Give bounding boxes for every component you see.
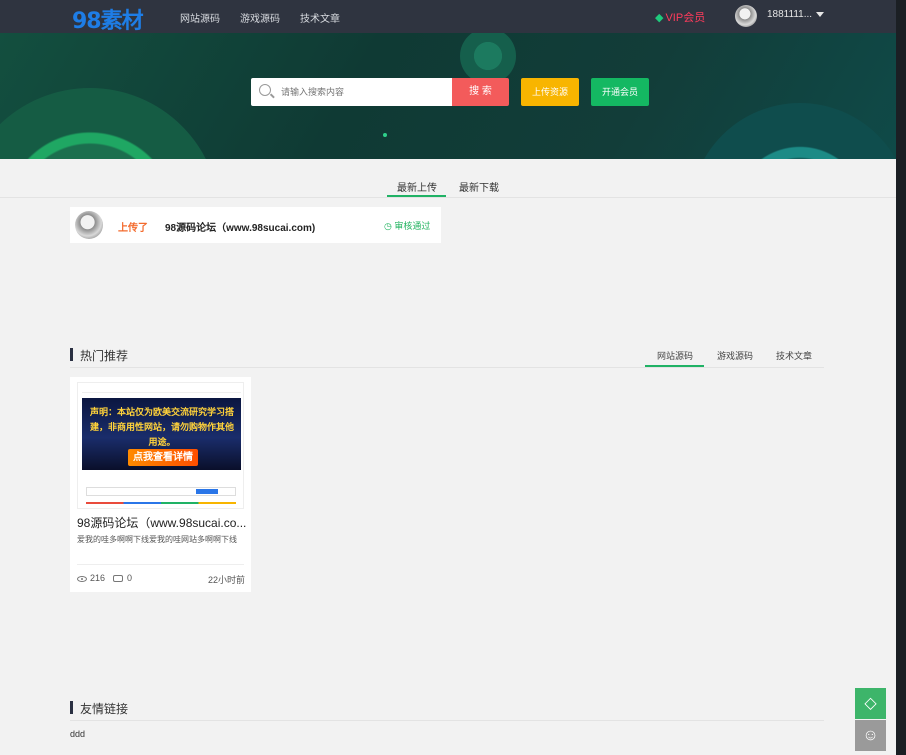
search-input[interactable] (281, 82, 446, 102)
site-logo[interactable]: 98素材 (72, 3, 144, 35)
hot-section-title: 热门推荐 (80, 349, 129, 363)
resource-card[interactable]: 声明：本站仅为欧美交流研究学习搭建，非商用性网站，请勿购物作其他用途。 点我查看… (70, 377, 251, 592)
caret-down-icon (816, 11, 825, 17)
top-navbar: 98素材 网站源码 游戏源码 技术文章 ◆ VIP会员 1881111... (0, 0, 896, 35)
floating-vip-button[interactable]: ◇ (855, 688, 886, 719)
open-vip-button[interactable]: 开通会员 (591, 78, 649, 106)
search-icon (259, 84, 271, 96)
thumb-navbar (82, 387, 241, 393)
status-label: 审核通过 (394, 221, 431, 231)
vip-link[interactable]: ◆ VIP会员 (655, 9, 705, 25)
nav-item-tech-articles[interactable]: 技术文章 (300, 10, 340, 25)
section-divider (70, 720, 824, 721)
upload-resource-button[interactable]: 上传资源 (521, 78, 579, 106)
hot-tab-game-source[interactable]: 游戏源码 (717, 349, 753, 362)
user-avatar[interactable] (735, 5, 757, 27)
views-value: 216 (90, 573, 106, 583)
links-section-title: 友情链接 (80, 702, 129, 716)
upload-title[interactable]: 98源码论坛（www.98sucai.com) (165, 219, 315, 234)
decorative-circle (690, 103, 896, 159)
tabs-divider (0, 197, 896, 198)
card-title[interactable]: 98源码论坛（www.98sucai.co... (77, 514, 247, 531)
thumb-search-button (196, 489, 218, 494)
uploader-avatar (75, 211, 103, 239)
hot-tab-website-source[interactable]: 网站源码 (657, 349, 693, 362)
post-time: 22小时前 (208, 575, 246, 585)
decorative-circle (0, 88, 220, 159)
decorative-circle (460, 33, 516, 84)
upload-list-item[interactable]: 上传了 98源码论坛（www.98sucai.com) ◷ 审核通过 (70, 207, 441, 243)
vip-label: VIP会员 (665, 12, 706, 24)
search-button[interactable]: 搜 索 (452, 78, 509, 106)
user-menu[interactable]: 1881111... (767, 9, 825, 20)
search-field (251, 78, 452, 106)
thumb-notice: 声明：本站仅为欧美交流研究学习搭建，非商用性网站，请勿购物作其他用途。 (89, 408, 234, 448)
thumb-banner: 声明：本站仅为欧美交流研究学习搭建，非商用性网站，请勿购物作其他用途。 点我查看… (82, 398, 241, 470)
section-divider (70, 367, 824, 368)
nav-item-game-source[interactable]: 游戏源码 (240, 10, 280, 25)
active-hot-tab-indicator (645, 365, 704, 367)
upload-action: 上传了 (118, 223, 148, 234)
floating-service-button[interactable]: ☺ (855, 720, 886, 751)
search-banner: 搜 索 上传资源 开通会员 (0, 33, 896, 159)
thumb-cta: 点我查看详情 (128, 449, 198, 466)
clock-icon: ◷ (384, 221, 395, 231)
decorative-dot (383, 133, 387, 137)
view-count: 216 (77, 573, 105, 583)
chat-icon: ☺ (862, 727, 879, 744)
diamond-icon: ◆ (655, 12, 664, 24)
section-marker (70, 701, 73, 714)
thumb-colorbar (86, 502, 236, 504)
card-thumbnail[interactable]: 声明：本站仅为欧美交流研究学习搭建，非商用性网站，请勿购物作其他用途。 点我查看… (77, 382, 244, 509)
section-marker (70, 348, 73, 361)
card-divider (77, 564, 244, 565)
tab-latest-download[interactable]: 最新下载 (459, 179, 499, 194)
comment-count: 0 (113, 573, 132, 583)
window-edge (896, 0, 906, 755)
tab-latest-upload[interactable]: 最新上传 (397, 179, 437, 194)
hot-tab-tech-articles[interactable]: 技术文章 (776, 349, 812, 362)
friend-link[interactable]: ddd (70, 729, 85, 739)
eye-icon (77, 575, 87, 582)
nav-item-website-source[interactable]: 网站源码 (180, 10, 220, 25)
review-status: ◷ 审核通过 (384, 219, 430, 232)
card-description: 爱我的哇多啊啊下线爱我的哇网站多啊啊下线 (77, 535, 237, 544)
diamond-icon: ◇ (864, 695, 877, 712)
comment-icon (113, 575, 123, 583)
comments-value: 0 (127, 573, 133, 583)
user-name: 1881111... (767, 9, 813, 20)
